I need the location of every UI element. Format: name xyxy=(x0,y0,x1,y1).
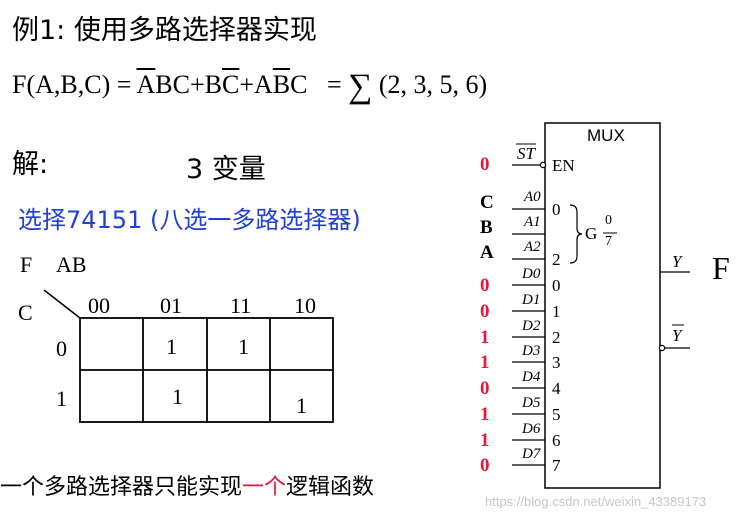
y-label: Y xyxy=(672,252,682,271)
watermark: https://blog.csdn.net/weixin_43389173 xyxy=(485,494,707,509)
mux-body xyxy=(544,122,661,489)
data-input-value: 0 xyxy=(480,301,490,322)
select-input-value: A xyxy=(480,242,494,263)
mux-title: MUX xyxy=(587,126,625,145)
data-pin-label: D1 xyxy=(522,292,541,308)
select-pin-label: A2 xyxy=(524,239,541,255)
g-frac-den: 7 xyxy=(605,234,612,249)
data-pin-num: 2 xyxy=(552,328,561,347)
st-label: ST xyxy=(517,144,535,163)
data-pin-label: D2 xyxy=(522,318,541,334)
select-bracket-top: 0 xyxy=(552,200,561,219)
g-frac-num: 0 xyxy=(605,213,612,228)
kmap-grid xyxy=(79,317,334,423)
select-input-value: B xyxy=(480,217,493,238)
select-pin-label: A0 xyxy=(524,189,541,205)
data-pin-label: D5 xyxy=(522,395,541,411)
data-input-value: 1 xyxy=(480,404,490,425)
data-input-value: 0 xyxy=(480,275,490,296)
g-label: G xyxy=(585,224,598,243)
en-label: EN xyxy=(552,156,575,175)
data-input-value: 0 xyxy=(480,455,490,476)
data-pin-label: D4 xyxy=(522,369,541,385)
data-pin-num: 6 xyxy=(552,431,561,450)
data-pin-label: D3 xyxy=(522,343,541,359)
data-input-value: 1 xyxy=(480,352,490,373)
data-pin-num: 5 xyxy=(552,405,561,424)
ybar-label: Y xyxy=(672,326,682,345)
data-pin-num: 3 xyxy=(552,353,561,372)
data-input-value: 1 xyxy=(480,430,490,451)
data-pin-label: D7 xyxy=(522,446,541,462)
select-bracket-bottom: 2 xyxy=(552,250,561,269)
data-pin-num: 0 xyxy=(552,276,561,295)
st-value: 0 xyxy=(480,154,490,175)
output-f: F xyxy=(712,250,730,286)
kmap-diagonal xyxy=(43,289,81,319)
data-pin-label: D0 xyxy=(522,266,541,282)
data-input-value: 0 xyxy=(480,378,490,399)
data-input-value: 1 xyxy=(480,327,490,348)
ybar-bubble xyxy=(658,344,666,352)
select-input-value: C xyxy=(480,192,494,213)
en-bubble xyxy=(539,161,547,169)
data-pin-num: 7 xyxy=(552,456,561,475)
data-pin-label: D6 xyxy=(522,421,541,437)
select-pin-label: A1 xyxy=(524,214,541,230)
data-pin-num: 4 xyxy=(552,379,561,398)
slide: { "title": "例1: 使用多路选择器实现", "formula": {… xyxy=(0,0,746,522)
data-pin-num: 1 xyxy=(552,302,561,321)
diagram-lines xyxy=(43,122,690,489)
